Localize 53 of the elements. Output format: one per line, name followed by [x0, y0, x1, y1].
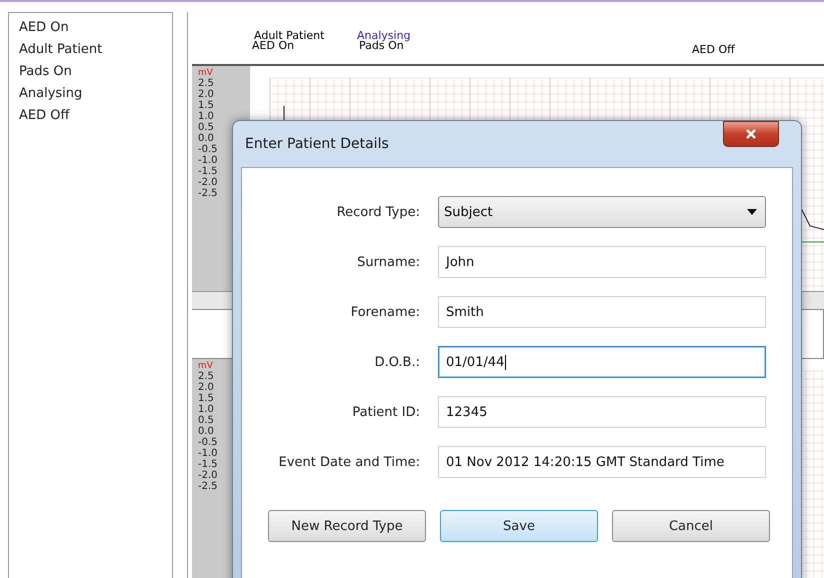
input-field[interactable]: John	[438, 246, 766, 278]
axis-tick: -1.0	[198, 448, 219, 460]
event-marker-label: Adult Patient	[254, 30, 324, 42]
event-list-item[interactable]: Analysing	[19, 85, 172, 103]
axis-tick: -2.0	[198, 176, 219, 188]
event-list-item[interactable]: Pads On	[19, 63, 172, 81]
axis-tick: 2.5	[198, 78, 215, 89]
input-field[interactable]: 01/01/44	[438, 346, 766, 378]
dialog-button[interactable]: Cancel	[612, 510, 770, 542]
input-field[interactable]: 12345	[438, 396, 766, 428]
axis-tick: -0.5	[198, 144, 219, 155]
event-marker-label: Pads On	[359, 40, 404, 52]
event-list-item[interactable]: Adult Patient	[19, 41, 172, 59]
record-type-dropdown[interactable]: Subject	[438, 196, 766, 228]
event-list-item[interactable]: AED Off	[19, 107, 172, 125]
field-label: Surname:	[356, 254, 420, 270]
field-label: Event Date and Time:	[278, 454, 420, 470]
axis-tick: -2.5	[198, 481, 219, 492]
caret-icon	[747, 209, 757, 215]
axis-tick: -1.0	[198, 154, 219, 166]
dialog-title: Enter Patient Details	[245, 136, 389, 152]
axis-tick: 1.5	[198, 393, 215, 404]
axis-tick: 0.0	[198, 426, 215, 438]
dialog-button[interactable]: New Record Type	[268, 510, 426, 542]
axis-tick: 1.5	[198, 100, 215, 111]
axis-tick: -1.5	[198, 166, 219, 177]
close-button[interactable]	[723, 121, 779, 147]
field-label: Patient ID:	[351, 404, 420, 420]
axis-tick: -2.0	[198, 470, 219, 482]
axis-tick: 2.0	[198, 382, 215, 394]
event-list-item[interactable]: AED On	[19, 19, 172, 37]
field-label: D.O.B.:	[374, 354, 420, 370]
axis-tick: 1.0	[198, 110, 215, 122]
axis-tick: -0.5	[198, 437, 219, 448]
close-icon	[745, 128, 757, 140]
dialog-button[interactable]: Save	[440, 510, 598, 542]
axis-tick: 2.5	[198, 371, 215, 382]
axis-tick: 1.0	[198, 404, 215, 416]
axis-tick: -2.5	[198, 188, 219, 199]
axis-tick: -1.5	[198, 459, 219, 470]
field-label: Record Type:	[336, 204, 420, 220]
axis-tick: 0.0	[198, 132, 215, 144]
axis-tick: 0.5	[198, 415, 215, 426]
field-label: Forename:	[350, 304, 420, 320]
event-marker-label: Analysing	[357, 30, 411, 42]
unit-label: mV	[198, 362, 214, 372]
event-marker-label: AED Off	[692, 44, 735, 56]
axis-tick: 0.5	[198, 122, 215, 133]
input-field[interactable]: 01 Nov 2012 14:20:15 GMT Standard Time	[438, 446, 766, 478]
event-marker-label: AED On	[252, 40, 294, 52]
axis-tick: 2.0	[198, 88, 215, 100]
input-field[interactable]: Smith	[438, 296, 766, 328]
unit-label: mV	[198, 68, 214, 78]
